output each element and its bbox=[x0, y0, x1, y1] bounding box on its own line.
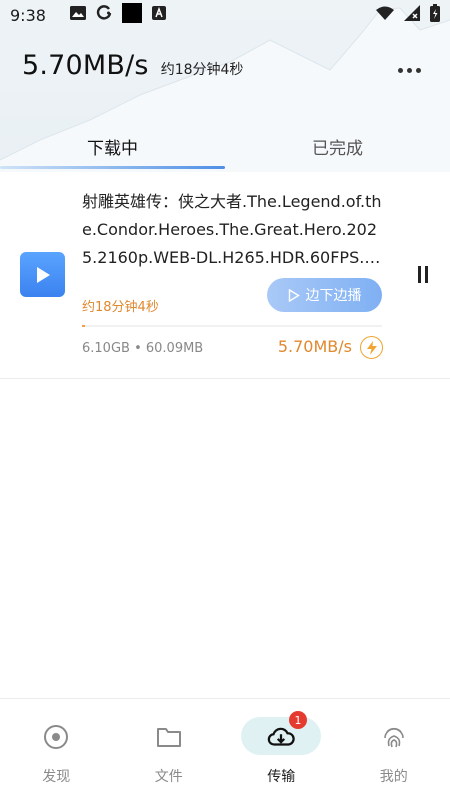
bottom-nav: 发现 文件 1 传输 我的 bbox=[0, 698, 450, 800]
nav-label-files: 文件 bbox=[154, 769, 183, 785]
nav-discover[interactable]: 发现 bbox=[0, 699, 113, 800]
tab-downloading[interactable]: 下载中 bbox=[0, 120, 225, 172]
status-bar: 9:38 bbox=[0, 0, 450, 30]
speed-summary: 5.70MB/s 约18分钟4秒 bbox=[22, 50, 243, 81]
total-eta: 约18分钟4秒 bbox=[160, 62, 244, 78]
nav-label-discover: 发现 bbox=[42, 769, 71, 785]
play-outline-icon bbox=[288, 288, 300, 302]
a-icon bbox=[151, 6, 166, 24]
battery-icon bbox=[430, 4, 440, 26]
download-title: 射雕英雄传：侠之大者.The.Legend.of.the.Condor.Hero… bbox=[82, 192, 382, 267]
download-progress-fill bbox=[82, 325, 85, 327]
nav-transfer[interactable]: 1 传输 bbox=[225, 699, 338, 800]
tab-bar: 下载中 已完成 bbox=[0, 120, 450, 172]
fingerprint-icon bbox=[380, 723, 408, 751]
signal-icon bbox=[404, 5, 420, 25]
tab-completed[interactable]: 已完成 bbox=[225, 120, 450, 172]
folder-icon bbox=[155, 723, 183, 751]
transfer-badge: 1 bbox=[289, 711, 307, 729]
stream-button-label: 边下边播 bbox=[305, 288, 362, 304]
tab-indicator bbox=[0, 166, 225, 169]
discover-icon bbox=[42, 723, 70, 751]
nav-label-mine: 我的 bbox=[379, 769, 408, 785]
status-time: 9:38 bbox=[10, 5, 46, 25]
black-square-icon bbox=[121, 3, 142, 27]
pause-icon[interactable] bbox=[413, 263, 433, 285]
header: 9:38 5.70MB/s 约18分钟4秒 下载中 已完成 bbox=[0, 0, 450, 172]
wifi-icon bbox=[376, 6, 394, 24]
nav-files[interactable]: 文件 bbox=[113, 699, 226, 800]
cloud-download-icon bbox=[267, 723, 295, 751]
download-speed: 5.70MB/s bbox=[277, 337, 352, 356]
stream-while-downloading-button[interactable]: 边下边播 bbox=[267, 278, 382, 312]
more-icon[interactable] bbox=[394, 58, 424, 82]
lightning-boost-icon[interactable] bbox=[360, 336, 383, 359]
video-play-icon[interactable] bbox=[20, 252, 65, 297]
download-item[interactable]: 射雕英雄传：侠之大者.The.Legend.of.the.Condor.Hero… bbox=[0, 172, 450, 379]
nav-label-transfer: 传输 bbox=[267, 769, 296, 785]
total-speed: 5.70MB/s bbox=[22, 50, 149, 81]
download-eta: 约18分钟4秒 bbox=[82, 300, 159, 315]
sync-icon bbox=[96, 5, 112, 25]
image-icon bbox=[69, 6, 86, 24]
nav-mine[interactable]: 我的 bbox=[338, 699, 450, 800]
download-size: 6.10GB • 60.09MB bbox=[82, 341, 204, 356]
download-progress-bar bbox=[82, 325, 382, 327]
